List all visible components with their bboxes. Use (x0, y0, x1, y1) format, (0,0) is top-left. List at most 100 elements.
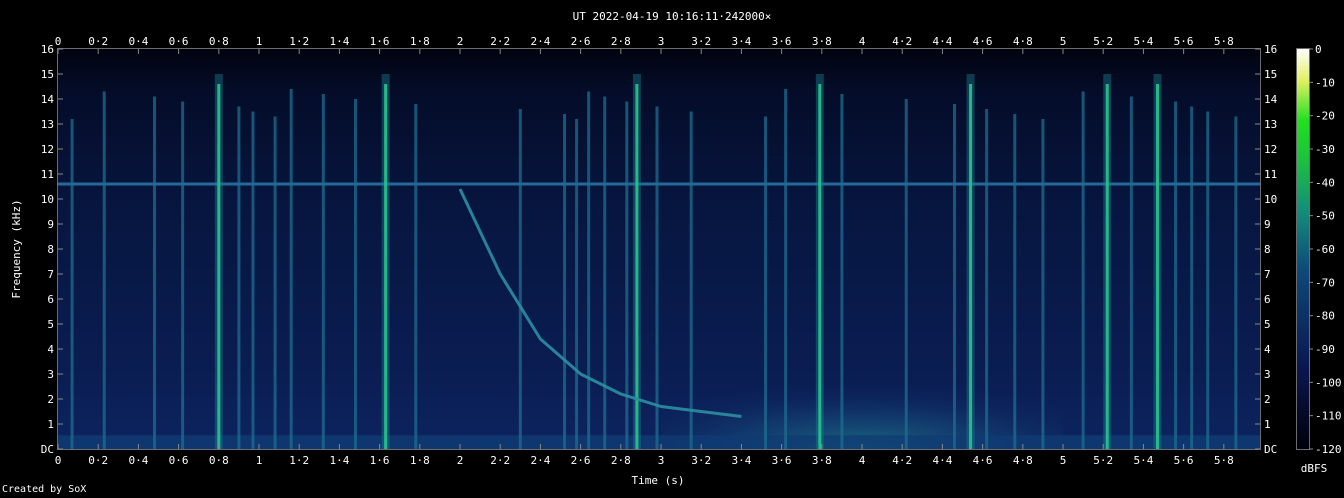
x-tick-label-bottom: 3·6 (772, 454, 792, 467)
x-tick-label-top: 1·6 (370, 35, 390, 48)
x-tick-label-top: 1 (256, 35, 263, 48)
colorbar-tick-label: 0 (1315, 43, 1322, 56)
x-tick-label-top: 0·4 (128, 35, 148, 48)
x-tick-label-bottom: 3·8 (812, 454, 832, 467)
x-tick-label-top: 2 (457, 35, 464, 48)
x-tick-label-top: 2·8 (611, 35, 631, 48)
x-tick-label-bottom: 2·6 (571, 454, 591, 467)
impulse (237, 106, 241, 449)
y-tick-label-right: 12 (1264, 143, 1277, 156)
x-tick-label-top: 2·6 (571, 35, 591, 48)
impulse (1013, 114, 1017, 449)
y-tick-label-left: 2 (47, 393, 54, 406)
colorbar-tick-label: -120 (1315, 443, 1342, 456)
x-tick-label-top: 4·8 (1013, 35, 1033, 48)
x-tick-label-bottom: 4 (859, 454, 866, 467)
x-axis-label: Time (s) (632, 474, 685, 487)
impulse (1174, 101, 1178, 449)
x-tick-label-top: 0·2 (88, 35, 108, 48)
spectrogram-chart: UT 2022-04-19 10:16:11·242000× 0 0·2 0·4 0·… (10, 10, 1342, 487)
impulse (575, 119, 579, 449)
impulse (289, 89, 293, 449)
x-tick-label-top: 0 (55, 35, 62, 48)
impulse (152, 96, 156, 449)
y-tick-label-right: 7 (1264, 268, 1271, 281)
impulse (603, 96, 607, 449)
colorbar-tick-label: -30 (1315, 143, 1335, 156)
y-tick-label-right: 3 (1264, 368, 1271, 381)
x-tick-label-top: 0·6 (169, 35, 189, 48)
x-tick-label-bottom: 5 (1060, 454, 1067, 467)
x-tick-label-bottom: 1·8 (410, 454, 430, 467)
y-tick-label-right: 10 (1264, 193, 1277, 206)
y-tick-label-right: 15 (1264, 68, 1277, 81)
y-tick-label-left: 8 (47, 243, 54, 256)
x-tick-label-top: 2·4 (530, 35, 550, 48)
y-tick-label-right: 2 (1264, 393, 1271, 406)
y-tick-label-left: 14 (41, 93, 55, 106)
y-tick-label-left: 12 (41, 143, 54, 156)
x-tick-label-top: 5·2 (1093, 35, 1113, 48)
x-tick-label-bottom: 3·2 (691, 454, 711, 467)
x-tick-label-top: 3·8 (812, 35, 832, 48)
colorbar (1297, 49, 1309, 449)
x-tick-label-bottom: 0·6 (169, 454, 189, 467)
x-tick-label-bottom: 0·2 (88, 454, 108, 467)
x-tick-label-bottom: 1 (256, 454, 263, 467)
y-tick-label-right: 13 (1264, 118, 1277, 131)
impulse (251, 111, 255, 449)
impulse (70, 119, 74, 449)
y-tick-label-left: 13 (41, 118, 54, 131)
x-tick-label-top: 4·2 (892, 35, 912, 48)
impulse (840, 94, 844, 449)
y-tick-label-left: 6 (47, 293, 54, 306)
x-tick-label-bottom: 2 (457, 454, 464, 467)
colorbar-tick-label: -20 (1315, 110, 1335, 123)
impulse (587, 91, 591, 449)
x-tick-label-top: 1·8 (410, 35, 430, 48)
strong-impulse (1155, 84, 1159, 449)
impulse (1206, 111, 1210, 449)
impulse (1081, 91, 1085, 449)
impulse (1129, 96, 1133, 449)
impulse (181, 101, 185, 449)
x-tick-label-bottom: 3 (658, 454, 665, 467)
impulse (102, 91, 106, 449)
x-tick-label-bottom: 5·8 (1214, 454, 1234, 467)
y-tick-label-left: 11 (41, 168, 54, 181)
y-tick-label-right: 11 (1264, 168, 1277, 181)
impulse (1041, 119, 1045, 449)
y-axis-label: Frequency (kHz) (10, 199, 23, 298)
x-tick-label-top: 4·4 (932, 35, 952, 48)
x-tick-label-top: 3·6 (772, 35, 792, 48)
x-tick-label-top: 3·4 (731, 35, 751, 48)
x-tick-label-bottom: 3·4 (731, 454, 751, 467)
colorbar-label: dBFS (1301, 462, 1328, 475)
chart-title: UT 2022-04-19 10:16:11·242000× (573, 10, 772, 23)
x-tick-label-top: 5 (1060, 35, 1067, 48)
y-tick-label-left: DC (41, 443, 54, 456)
colorbar-tick-label: -60 (1315, 243, 1335, 256)
colorbar-tick-label: -90 (1315, 343, 1335, 356)
y-tick-label-left: 9 (47, 218, 54, 231)
strong-impulse (969, 84, 973, 449)
x-tick-label-bottom: 5·6 (1174, 454, 1194, 467)
impulse (1190, 106, 1194, 449)
impulse (1234, 116, 1238, 449)
y-tick-label-right: DC (1264, 443, 1277, 456)
y-tick-label-right: 1 (1264, 418, 1271, 431)
x-tick-label-bottom: 0·4 (128, 454, 148, 467)
x-tick-label-bottom: 4·2 (892, 454, 912, 467)
impulse (985, 109, 989, 449)
y-tick-label-left: 7 (47, 268, 54, 281)
impulse (689, 111, 693, 449)
x-tick-label-bottom: 1·2 (289, 454, 309, 467)
impulse (655, 106, 659, 449)
y-tick-label-right: 8 (1264, 243, 1271, 256)
x-tick-label-top: 5·6 (1174, 35, 1194, 48)
strong-impulse (1105, 84, 1109, 449)
colorbar-tick-label: -100 (1315, 376, 1342, 389)
y-tick-label-left: 5 (47, 318, 54, 331)
y-tick-label-right: 5 (1264, 318, 1271, 331)
strong-impulse (635, 84, 639, 449)
